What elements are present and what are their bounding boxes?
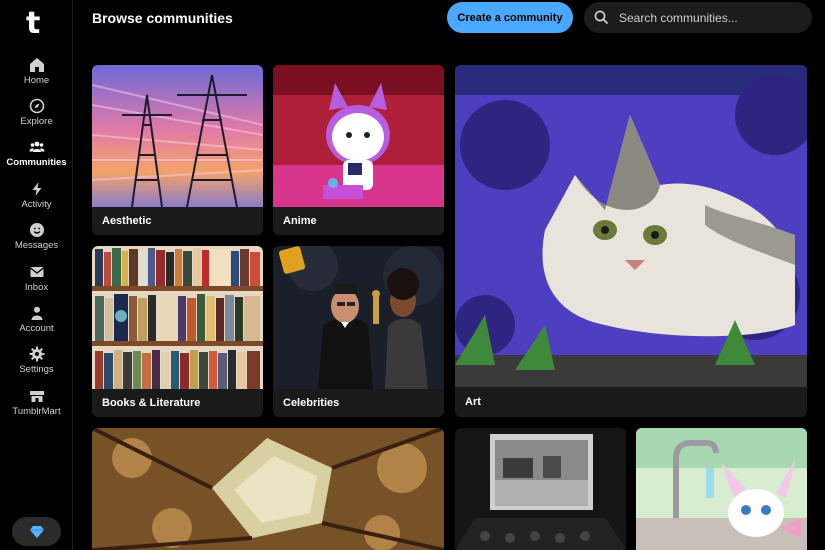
sidebar-item-tumblrmart[interactable]: TumblrMart [0, 388, 73, 417]
sidebar-item-label: Home [23, 75, 50, 86]
gear-icon [29, 346, 44, 362]
sidebar-item-label: Settings [19, 364, 54, 375]
community-card-books-literature[interactable]: Books & Literature [92, 246, 263, 417]
envelope-icon [29, 267, 44, 277]
community-thumbnail [273, 246, 444, 389]
search-bar[interactable] [584, 2, 812, 33]
community-name: Anime [273, 207, 444, 235]
people-icon [29, 141, 44, 152]
search-icon [594, 10, 609, 25]
person-icon [31, 306, 42, 320]
sidebar-item-label: Explore [20, 116, 53, 127]
sidebar-item-messages[interactable]: Messages [0, 222, 73, 251]
sidebar-item-label: Activity [21, 199, 52, 210]
sidebar: t Home Explore Communities Activity Mess… [0, 0, 73, 550]
community-card[interactable] [455, 428, 626, 550]
sidebar-item-inbox[interactable]: Inbox [0, 264, 73, 293]
sidebar-item-settings[interactable]: Settings [0, 346, 73, 375]
smiley-icon [29, 223, 44, 237]
sidebar-item-label: Account [19, 323, 54, 334]
community-thumbnail [273, 65, 444, 207]
community-card-celebrities[interactable]: Celebrities [273, 246, 444, 417]
shop-icon [29, 391, 44, 402]
community-name: Art [455, 387, 807, 417]
community-card[interactable] [92, 428, 444, 550]
sidebar-item-communities[interactable]: Communities [0, 139, 73, 168]
community-name: Celebrities [273, 389, 444, 417]
sidebar-item-home[interactable]: Home [0, 57, 73, 86]
premium-button[interactable] [12, 517, 61, 546]
sidebar-item-explore[interactable]: Explore [0, 98, 73, 127]
community-thumbnail [455, 65, 807, 387]
search-input[interactable] [619, 10, 799, 25]
community-thumbnail [92, 428, 444, 550]
sidebar-item-label: TumblrMart [12, 406, 61, 417]
community-thumbnail [92, 65, 263, 208]
community-thumbnail [455, 428, 626, 550]
create-community-button[interactable]: Create a community [447, 2, 573, 33]
home-icon [29, 58, 44, 72]
community-thumbnail [636, 428, 807, 550]
compass-icon [29, 98, 44, 114]
sidebar-item-label: Messages [14, 240, 59, 251]
sidebar-item-label: Communities [6, 157, 67, 168]
community-card-aesthetic[interactable]: Aesthetic [92, 65, 263, 235]
page-title: Browse communities [92, 10, 233, 26]
community-name: Books & Literature [92, 389, 263, 417]
sidebar-item-account[interactable]: Account [0, 305, 73, 334]
community-name: Aesthetic [92, 207, 263, 235]
community-card[interactable] [636, 428, 807, 550]
lightning-icon [32, 182, 41, 196]
community-thumbnail [92, 246, 263, 389]
community-card-art[interactable]: Art [455, 65, 807, 417]
sidebar-item-label: Inbox [24, 282, 49, 293]
diamond-icon [29, 525, 44, 538]
tumblr-logo[interactable]: t [26, 6, 40, 41]
sidebar-item-activity[interactable]: Activity [0, 181, 73, 210]
community-card-anime[interactable]: Anime [273, 65, 444, 235]
